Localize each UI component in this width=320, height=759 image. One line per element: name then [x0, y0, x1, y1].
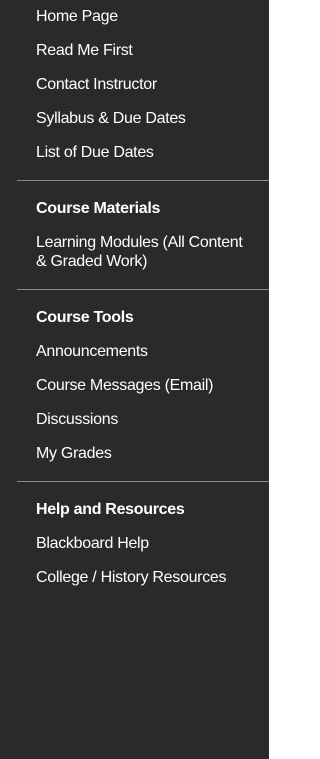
nav-item-learning-modules[interactable]: Learning Modules (All Content & Graded W… [0, 226, 269, 279]
nav-item-my-grades[interactable]: My Grades [0, 437, 269, 471]
nav-item-syllabus-due-dates[interactable]: Syllabus & Due Dates [0, 102, 269, 136]
menu-divider [17, 289, 269, 290]
menu-divider [17, 180, 269, 181]
menu-divider [17, 481, 269, 482]
nav-item-course-messages[interactable]: Course Messages (Email) [0, 369, 269, 403]
section-header-course-materials: Course Materials [36, 200, 161, 217]
nav-item-blackboard-help[interactable]: Blackboard Help [0, 527, 269, 561]
nav-item-home-page[interactable]: Home Page [0, 0, 269, 34]
menu-section-general: Home Page Read Me First Contact Instruct… [0, 0, 269, 170]
course-navigation-menu: Home Page Read Me First Contact Instruct… [0, 0, 269, 759]
nav-item-announcements[interactable]: Announcements [0, 335, 269, 369]
menu-section-help-resources: Help and Resources Blackboard Help Colle… [0, 492, 269, 595]
nav-item-college-history-resources[interactable]: College / History Resources [0, 561, 269, 595]
menu-section-course-tools: Course Tools Announcements Course Messag… [0, 300, 269, 471]
nav-item-contact-instructor[interactable]: Contact Instructor [0, 68, 269, 102]
section-header-help-and-resources: Help and Resources [36, 501, 185, 518]
nav-item-list-of-due-dates[interactable]: List of Due Dates [0, 136, 269, 170]
section-header-course-tools: Course Tools [36, 309, 134, 326]
menu-section-course-materials: Course Materials Learning Modules (All C… [0, 191, 269, 279]
nav-item-discussions[interactable]: Discussions [0, 403, 269, 437]
nav-item-read-me-first[interactable]: Read Me First [0, 34, 269, 68]
